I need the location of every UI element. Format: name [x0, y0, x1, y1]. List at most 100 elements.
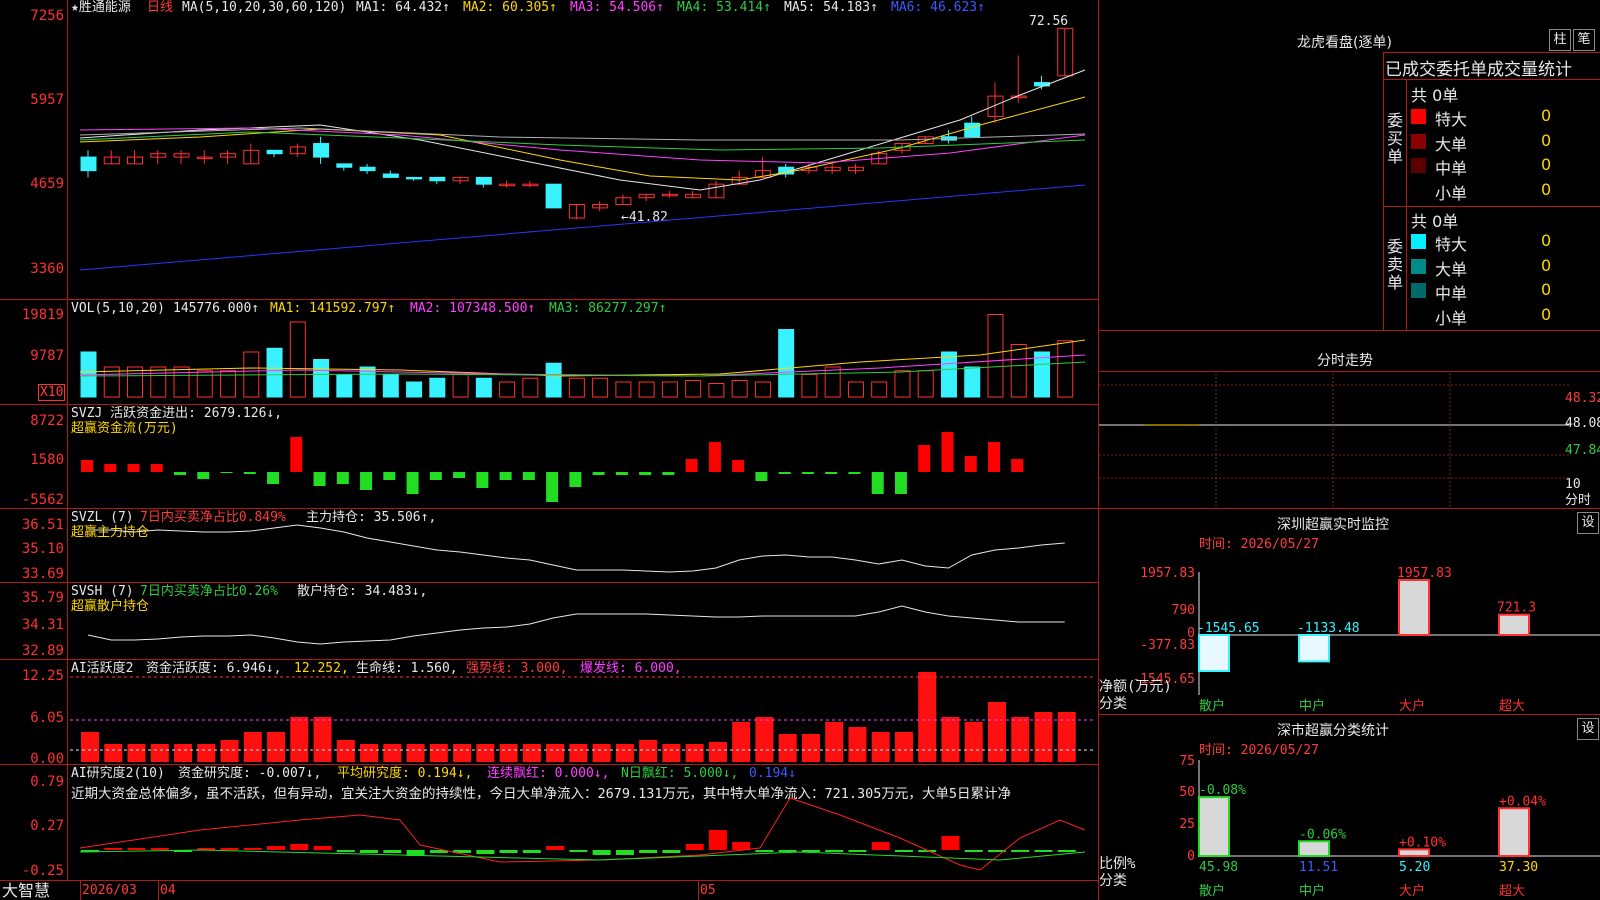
- stats-bar: [1298, 840, 1330, 858]
- research-bar: [1011, 850, 1030, 852]
- stats-category-label: 散户: [1199, 883, 1225, 899]
- fund-flow-bar: [615, 472, 628, 475]
- activity-bar: [639, 740, 658, 762]
- fund-flow-bar: [81, 460, 93, 472]
- ma6-line: [79, 184, 1086, 271]
- fund-flow-bar: [755, 472, 768, 481]
- fund-flow-bar: [708, 442, 721, 472]
- activity-bar: [406, 744, 425, 762]
- activity-bar: [778, 734, 797, 762]
- candle-body: [266, 149, 283, 155]
- monitor-bar: [1198, 634, 1230, 672]
- activity-bar: [1011, 717, 1030, 762]
- date-tick: 05: [700, 883, 716, 898]
- research-bar: [150, 848, 169, 850]
- volume-bar: [127, 366, 144, 398]
- stats-category-label: 大户: [1399, 883, 1425, 899]
- date-tick-mark: [698, 880, 699, 900]
- stats-value-label: 11.51: [1299, 860, 1338, 875]
- sell-row-label: 大单: [1435, 259, 1468, 279]
- fund-flow-bar: [453, 472, 466, 478]
- research-bar: [476, 850, 495, 854]
- research-bar: [592, 850, 611, 855]
- activity-bar: [313, 717, 332, 762]
- pane-divider: [0, 880, 1099, 881]
- stats-change-label: +0.04%: [1499, 794, 1546, 809]
- brand-label: 大智慧: [2, 881, 51, 900]
- activity-bar: [987, 702, 1006, 762]
- activity-bar: [174, 744, 193, 762]
- volume-bar: [522, 377, 539, 398]
- candle-body: [382, 173, 399, 178]
- activity-bar: [220, 740, 239, 762]
- right-chart-canvas: -1545.65 散户 -1133.48 中户 1957.83 大户 721.3 超大 -0.0…: [1099, 373, 1600, 899]
- fund-flow-bar: [197, 472, 210, 479]
- buy-row-label: 特大: [1435, 110, 1468, 129]
- volume-bar: [592, 377, 609, 398]
- activity-bar: [569, 744, 588, 762]
- monitor-bar: [1498, 613, 1530, 636]
- buy-swatch: [1411, 109, 1426, 124]
- research-bar: [639, 850, 658, 853]
- research-bar: [104, 848, 123, 850]
- fund-flow-bar: [918, 445, 931, 472]
- volume-bar: [452, 374, 469, 398]
- research-bar: [383, 850, 402, 853]
- monitor-bar-label: 1957.83: [1397, 566, 1452, 581]
- monitor-category-label: 超大: [1499, 699, 1525, 714]
- monitor-bar: [1398, 579, 1430, 636]
- fund-flow-bar: [150, 464, 163, 472]
- activity-bar: [150, 744, 169, 762]
- date-tick-mark: [80, 880, 81, 900]
- activity-bar: [499, 744, 518, 762]
- stats-bar: [1498, 807, 1530, 857]
- volume-bar: [638, 381, 655, 398]
- buy-row-label: 大单: [1435, 134, 1468, 154]
- volume-bar: [778, 329, 795, 398]
- volume-bar: [987, 314, 1004, 398]
- volume-bar: [336, 374, 353, 398]
- candle-body: [243, 149, 260, 165]
- candle-body: [406, 176, 423, 180]
- candle-body: [429, 176, 446, 182]
- volume-bar: [1057, 340, 1074, 398]
- volume-bar: [824, 366, 841, 398]
- fund-flow-bar: [499, 472, 512, 480]
- activity-bar: [732, 722, 751, 762]
- research-bar: [941, 836, 960, 850]
- sell-row-value: 0: [1541, 255, 1552, 275]
- activity-bar: [81, 732, 99, 762]
- research-bar: [755, 850, 774, 852]
- retail-holding-line: [87, 605, 1065, 645]
- stats-value-label: 37.30: [1499, 860, 1538, 875]
- chart-area[interactable]: ★胜通能源 日线 MA(5,10,20,30,60,120) MA1: 64.4…: [0, 0, 1100, 900]
- volume-bar: [313, 359, 330, 398]
- research-bar: [778, 850, 797, 852]
- fund-flow-bar: [476, 472, 489, 488]
- fund-flow-bar: [964, 456, 977, 472]
- fund-flow-bar: [662, 472, 675, 475]
- research-bar: [336, 850, 355, 852]
- stats-change-label: +0.10%: [1399, 835, 1446, 850]
- research-bar: [313, 846, 332, 850]
- stats-value-label: 45.98: [1199, 860, 1238, 875]
- activity-bar: [197, 744, 216, 762]
- fund-flow-bar: [685, 459, 698, 472]
- activity-bar: [708, 742, 727, 762]
- research-bar: [522, 850, 541, 853]
- activity-bar: [453, 744, 472, 762]
- research-bar: [685, 844, 704, 850]
- activity-bar: [360, 744, 379, 762]
- monitor-category-label: 大户: [1399, 698, 1425, 714]
- research-bar: [220, 848, 239, 850]
- buy-row-value: 0: [1541, 155, 1552, 174]
- candle-body: [475, 176, 492, 185]
- activity-bar: [522, 744, 541, 762]
- activity-bar: [918, 672, 937, 762]
- volume-bar: [266, 347, 283, 398]
- buy-swatch: [1411, 133, 1426, 149]
- activity-bar: [615, 744, 634, 762]
- monitor-category-label: 散户: [1199, 698, 1225, 714]
- fund-flow-bar: [429, 472, 442, 480]
- date-tick: 2026/03: [82, 883, 137, 898]
